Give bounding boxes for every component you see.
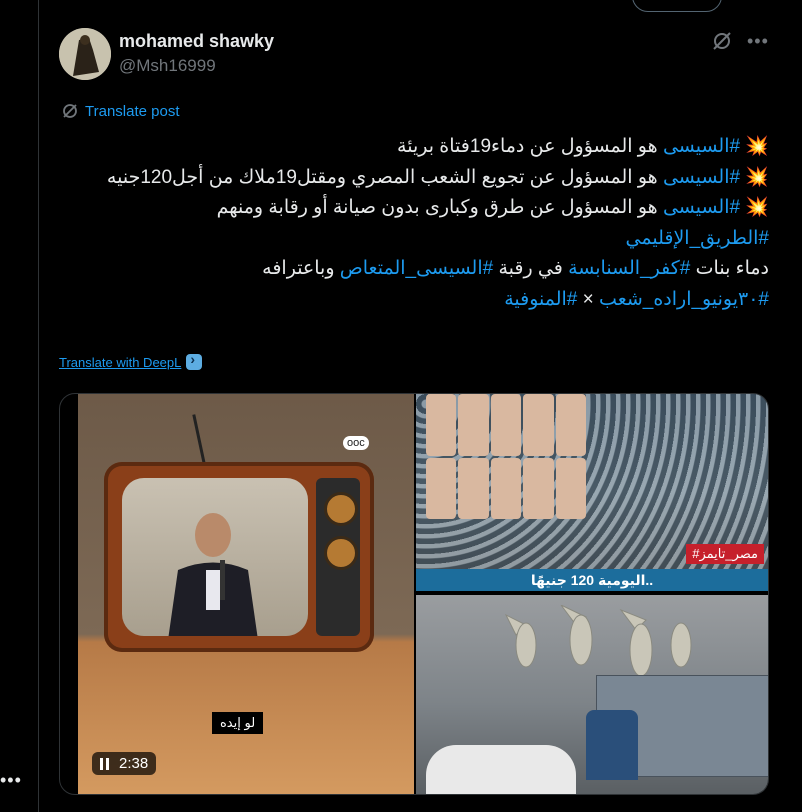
post-line-text: وباعترافه — [262, 258, 340, 279]
explosion-icon: 💥 — [745, 166, 769, 188]
post-line-text: هو المسؤول عن طرق وكبارى بدون صيانة أو ر… — [216, 197, 663, 218]
media-grid: ᴏᴏᴄ لو إيده 2:38 #مصر_تايمز اليومية 120 … — [59, 393, 769, 795]
post-line-5: #٣٠يونيو_اراده_شعب × #المنوفية — [61, 285, 769, 316]
tv-knob-icon — [324, 536, 358, 570]
explosion-icon: 💥 — [745, 197, 769, 218]
translate-post-link[interactable]: Translate post — [61, 102, 180, 120]
faces-collage — [426, 394, 586, 519]
translate-post-label: Translate post — [85, 102, 180, 120]
left-rail: ••• — [0, 0, 39, 812]
post-line-text: دماء بنات — [690, 258, 769, 279]
truck-cab — [586, 710, 638, 780]
deepl-icon — [186, 351, 203, 370]
post-line-text: في رقبة — [493, 258, 569, 279]
tv-logo: ᴏᴏᴄ — [343, 436, 369, 450]
post: mohamed shawky @Msh16999 ••• Translate p… — [39, 0, 802, 812]
hashtag-link[interactable]: #السيسى — [663, 136, 740, 157]
tv-screen — [122, 478, 308, 636]
post-line-2: 💥 #السيسى هو المسؤول عن تجويع الشعب المص… — [61, 163, 769, 194]
tv-knob-icon — [324, 492, 358, 526]
post-line-3: 💥 #السيسى هو المسؤول عن طرق وكبارى بدون … — [61, 193, 769, 254]
tv-set — [104, 462, 374, 652]
speaker-figure-icon — [168, 513, 258, 636]
hashtag-link[interactable]: #كفر_السنابسة — [568, 258, 690, 279]
post-line-1: 💥 #السيسى هو المسؤول عن دماء19فتاة بريئة — [61, 132, 769, 163]
avatar[interactable] — [59, 28, 111, 80]
translate-icon — [63, 104, 77, 118]
hashtag-link[interactable]: #الطريق_الإقليمي — [626, 228, 769, 249]
tv-antenna — [192, 414, 207, 469]
post-line-text: × — [577, 288, 600, 310]
deepl-label: Translate with DeepL — [59, 354, 182, 370]
news-badge: #مصر_تايمز — [686, 544, 764, 564]
video-player[interactable]: ᴏᴏᴄ لو إيده 2:38 — [78, 394, 414, 794]
video-controls[interactable]: 2:38 — [92, 752, 157, 775]
pause-icon[interactable] — [100, 757, 109, 770]
hashtag-link[interactable]: #السيسى_المتعاص — [340, 258, 493, 279]
van — [426, 745, 576, 794]
image-headline: اليومية 120 جنيهًا.. — [416, 569, 768, 591]
author-handle[interactable]: @Msh16999 — [119, 56, 216, 76]
author-name[interactable]: mohamed shawky — [119, 31, 274, 52]
hashtag-link[interactable]: #السيسى — [663, 167, 740, 188]
post-line-text: هو المسؤول عن دماء19فتاة بريئة — [397, 136, 663, 157]
post-text: 💥 #السيسى هو المسؤول عن دماء19فتاة بريئة… — [61, 132, 769, 315]
avatar-figure-icon — [59, 28, 111, 80]
more-options-icon[interactable]: ••• — [747, 31, 769, 52]
post-line-text: هو المسؤول عن تجويع الشعب المصري ومقتل19… — [106, 166, 663, 188]
hashtag-link[interactable]: #المنوفية — [504, 289, 577, 310]
post-line-4: دماء بنات #كفر_السنابسة في رقبة #السيسى_… — [61, 254, 769, 285]
video-caption: لو إيده — [212, 712, 264, 734]
video-duration: 2:38 — [119, 755, 149, 772]
tv-control-panel — [316, 478, 360, 636]
grok-icon[interactable] — [711, 30, 733, 52]
image-angels[interactable] — [416, 595, 768, 794]
rail-more-icon[interactable]: ••• — [0, 770, 22, 791]
explosion-icon: 💥 — [745, 136, 769, 157]
hashtag-link[interactable]: #٣٠يونيو_اراده_شعب — [599, 289, 769, 310]
image-crowd[interactable]: #مصر_تايمز اليومية 120 جنيهًا.. — [416, 394, 768, 591]
deepl-translate-link[interactable]: Translate with DeepL — [59, 351, 203, 370]
hashtag-link[interactable]: #السيسى — [663, 197, 740, 218]
